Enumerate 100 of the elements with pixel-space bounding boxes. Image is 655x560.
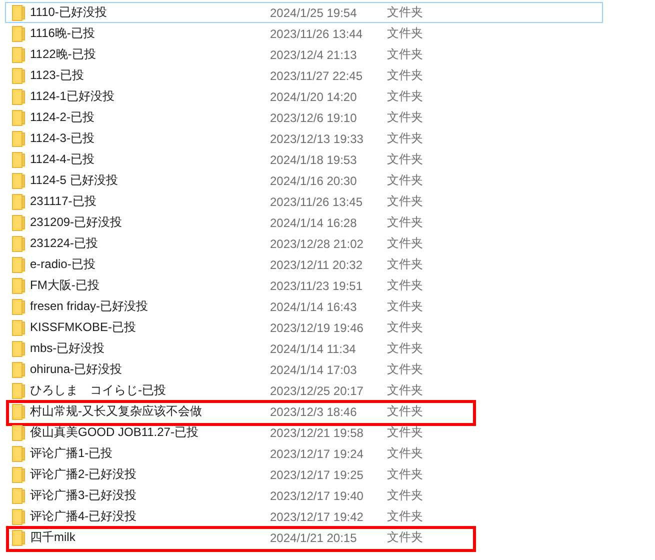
folder-icon	[12, 466, 25, 482]
modified-date: 2023/12/17 19:42	[270, 510, 364, 524]
folder-row[interactable]: 俊山真美GOOD JOB11.27-已投 2023/12/21 19:58 文件夹	[5, 422, 603, 443]
modified-date: 2024/1/21 20:15	[270, 530, 358, 544]
file-type: 文件夹	[387, 193, 424, 210]
folder-icon	[12, 130, 25, 146]
file-type: 文件夹	[387, 109, 424, 126]
file-name: 评论广播2-已好没投	[30, 466, 138, 483]
folder-row[interactable]: 231224-已投 2023/12/28 21:02 文件夹	[5, 233, 603, 254]
folder-row[interactable]: 231209-已好没投 2024/1/14 16:28 文件夹	[5, 212, 603, 233]
folder-icon	[12, 298, 25, 314]
file-name: 1124-5 已好没投	[30, 172, 119, 189]
file-name: 1124-2-已投	[30, 109, 96, 126]
file-name: 四千milk	[30, 529, 76, 546]
folder-icon	[12, 404, 25, 420]
file-type: 文件夹	[387, 382, 424, 399]
file-type: 文件夹	[387, 487, 424, 504]
modified-date: 2023/12/6 19:10	[270, 110, 358, 124]
file-name: 1122晚-已投	[30, 46, 97, 63]
file-type: 文件夹	[387, 508, 424, 525]
folder-icon	[12, 214, 25, 230]
folder-row[interactable]: 1124-1已好没投 2024/1/20 14:20 文件夹	[5, 86, 603, 107]
modified-date: 2024/1/14 16:43	[270, 300, 358, 314]
folder-icon	[12, 362, 25, 378]
file-name: fresen friday-已好没投	[30, 298, 150, 315]
folder-row[interactable]: 评论广播3-已好没投 2023/12/17 19:40 文件夹	[5, 485, 603, 506]
file-type: 文件夹	[387, 529, 424, 546]
file-name: 231224-已投	[30, 235, 100, 252]
file-name: ひろしま コイらじ-已投	[30, 382, 167, 399]
folder-row[interactable]: 1124-4-已投 2024/1/18 19:53 文件夹	[5, 149, 603, 170]
modified-date: 2023/11/26 13:44	[270, 26, 364, 40]
folder-icon	[12, 4, 25, 20]
file-type: 文件夹	[387, 319, 424, 336]
file-name: 村山常规-又长又复杂应该不会做	[30, 403, 203, 420]
folder-icon	[12, 508, 25, 524]
file-name: 1116晚-已投	[30, 25, 96, 42]
file-name: 231209-已好没投	[30, 214, 124, 231]
file-type: 文件夹	[387, 151, 424, 168]
modified-date: 2023/11/27 22:45	[270, 68, 364, 82]
modified-date: 2024/1/18 19:53	[270, 152, 358, 166]
folder-row[interactable]: ohiruna-已好没投 2024/1/14 17:03 文件夹	[5, 359, 603, 380]
file-type: 文件夹	[387, 466, 424, 483]
file-type: 文件夹	[387, 4, 424, 21]
folder-icon	[12, 26, 25, 42]
modified-date: 2023/12/25 20:17	[270, 384, 364, 398]
file-name: e-radio-已投	[30, 256, 96, 273]
file-type: 文件夹	[387, 298, 424, 315]
folder-row[interactable]: 评论广播1-已投 2023/12/17 19:24 文件夹	[5, 443, 603, 464]
modified-date: 2023/12/3 18:46	[270, 404, 358, 418]
modified-date: 2024/1/25 19:54	[270, 6, 358, 20]
folder-row[interactable]: 评论广播4-已好没投 2023/12/17 19:42 文件夹	[5, 506, 603, 527]
modified-date: 2023/12/19 19:46	[270, 320, 364, 334]
modified-date: 2023/11/26 13:45	[270, 194, 364, 208]
file-type: 文件夹	[387, 424, 424, 441]
folder-icon	[12, 152, 25, 168]
modified-date: 2023/12/21 19:58	[270, 426, 364, 440]
folder-row[interactable]: mbs-已好没投 2024/1/14 11:34 文件夹	[5, 338, 603, 359]
folder-icon	[12, 278, 25, 294]
folder-icon	[12, 424, 25, 440]
file-name: 1124-3-已投	[30, 130, 96, 147]
folder-row[interactable]: e-radio-已投 2023/12/11 20:32 文件夹	[5, 254, 603, 275]
file-name: KISSFMKOBE-已投	[30, 319, 138, 336]
file-type: 文件夹	[387, 403, 424, 420]
file-type: 文件夹	[387, 445, 424, 462]
folder-row[interactable]: 1124-3-已投 2023/12/13 19:33 文件夹	[5, 128, 603, 149]
file-name: 评论广播4-已好没投	[30, 508, 138, 525]
modified-date: 2024/1/16 20:30	[270, 174, 358, 188]
folder-row[interactable]: 1122晚-已投 2023/12/4 21:13 文件夹	[5, 44, 603, 65]
folder-row[interactable]: 四千milk 2024/1/21 20:15 文件夹	[5, 527, 603, 548]
folder-row[interactable]: 1110-已好没投 2024/1/25 19:54 文件夹	[5, 2, 603, 23]
file-type: 文件夹	[387, 46, 424, 63]
folder-icon	[12, 110, 25, 126]
folder-row[interactable]: 评论广播2-已好没投 2023/12/17 19:25 文件夹	[5, 464, 603, 485]
file-type: 文件夹	[387, 172, 424, 189]
folder-row[interactable]: 1124-5 已好没投 2024/1/16 20:30 文件夹	[5, 170, 603, 191]
folder-row[interactable]: 1123-已投 2023/11/27 22:45 文件夹	[5, 65, 603, 86]
folder-row[interactable]: 1116晚-已投 2023/11/26 13:44 文件夹	[5, 23, 603, 44]
folder-row[interactable]: 1124-2-已投 2023/12/6 19:10 文件夹	[5, 107, 603, 128]
folder-row[interactable]: KISSFMKOBE-已投 2023/12/19 19:46 文件夹	[5, 317, 603, 338]
folder-icon	[12, 68, 25, 84]
modified-date: 2023/11/23 19:51	[270, 278, 364, 292]
file-name: 1124-4-已投	[30, 151, 96, 168]
file-name: 评论广播3-已好没投	[30, 487, 138, 504]
file-type: 文件夹	[387, 361, 424, 378]
folder-icon	[12, 340, 25, 356]
folder-row[interactable]: ひろしま コイらじ-已投 2023/12/25 20:17 文件夹	[5, 380, 603, 401]
folder-row[interactable]: 村山常规-又长又复杂应该不会做 2023/12/3 18:46 文件夹	[5, 401, 603, 422]
file-type: 文件夹	[387, 130, 424, 147]
modified-date: 2023/12/13 19:33	[270, 132, 364, 146]
modified-date: 2023/12/17 19:24	[270, 446, 364, 460]
file-name: ohiruna-已好没投	[30, 361, 124, 378]
folder-row[interactable]: fresen friday-已好没投 2024/1/14 16:43 文件夹	[5, 296, 603, 317]
folder-icon	[12, 320, 25, 336]
file-type: 文件夹	[387, 25, 424, 42]
file-type: 文件夹	[387, 256, 424, 273]
folder-row[interactable]: 231117-已投 2023/11/26 13:45 文件夹	[5, 191, 603, 212]
file-type: 文件夹	[387, 214, 424, 231]
folder-row[interactable]: FM大阪-已投 2023/11/23 19:51 文件夹	[5, 275, 603, 296]
folder-icon	[12, 382, 25, 398]
file-type: 文件夹	[387, 277, 424, 294]
